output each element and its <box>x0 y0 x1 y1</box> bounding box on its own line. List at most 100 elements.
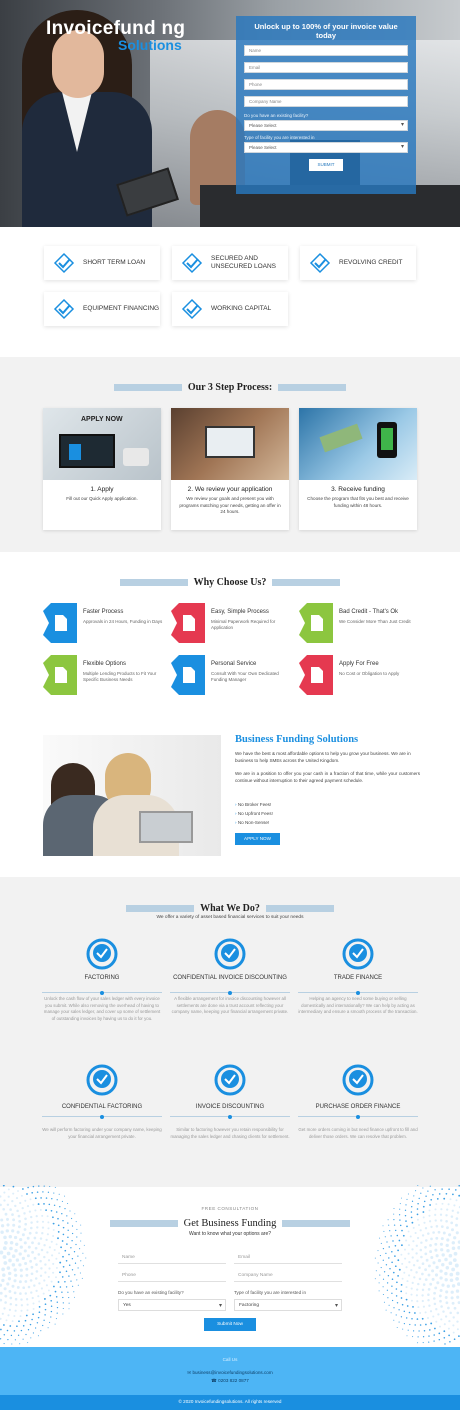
finance-check-icon <box>342 938 374 970</box>
hero-existing-facility-select[interactable]: Please Select <box>244 120 408 131</box>
finance-check-icon <box>214 1064 246 1096</box>
facility-type-select[interactable]: Factoring <box>234 1299 342 1311</box>
footer-email-row[interactable]: ✉ business@invoicefundingsolutions.com <box>0 1370 460 1376</box>
bfs-list-text: No Broker Fees! <box>237 802 272 807</box>
hero-facility-type-select[interactable]: Please Select <box>244 142 408 153</box>
email-input[interactable]: Email <box>234 1252 342 1264</box>
bottom-form-subtitle: Want to know what your options are? <box>188 1231 272 1237</box>
service-label: SECURED AND UNSECURED LOANS <box>211 255 277 270</box>
why-item-title: Flexible Options <box>83 661 127 667</box>
service-card[interactable]: SHORT TERM LOAN <box>44 246 160 280</box>
service-label: REVOLVING CREDIT <box>339 259 403 266</box>
footer: Call Us ✉ business@invoicefundingsolutio… <box>0 1347 460 1395</box>
service-desc: Unlock the cash flow of your sales ledge… <box>43 996 161 1021</box>
bfs-title: Business Funding Solutions <box>235 734 359 745</box>
why-item: Easy, Simple Process Minimal Paperwork Re… <box>171 603 291 643</box>
chevron-right-icon: › <box>235 820 237 825</box>
step-card: 3. Receive funding Choose the program th… <box>299 408 417 530</box>
divider-dot <box>228 1114 232 1119</box>
why-item-title: Bad Credit - That's Ok <box>339 609 399 615</box>
why-item: Personal Service Consult With Your Own De… <box>171 655 291 695</box>
service-desc: Helping an agency to need some buying or… <box>298 996 418 1014</box>
service-card[interactable]: REVOLVING CREDIT <box>300 246 416 280</box>
hero-q1-label: Do you have an existing facility? <box>244 113 309 118</box>
service-label: EQUIPMENT FINANCING <box>83 305 160 312</box>
bfs-list-text: No Upfront Fees! <box>237 811 273 816</box>
bfs-list-text: No Non-Sense! <box>237 820 270 825</box>
copyright-row: © 2020 Invoicefundingsolutions. All righ… <box>0 1399 460 1404</box>
document-icon <box>43 603 77 643</box>
heading-bar-left <box>126 905 195 913</box>
funding-image <box>299 408 417 480</box>
hero-name-input[interactable]: Name <box>244 45 408 56</box>
money-graphic <box>319 423 363 453</box>
service-card[interactable]: EQUIPMENT FINANCING <box>44 292 160 326</box>
service-desc: A flexible arrangement for invoice disco… <box>171 996 289 1014</box>
business-people-image <box>43 735 221 856</box>
laptop-graphic <box>59 434 115 468</box>
service-title: PURCHASE ORDER FINANCE <box>315 1104 401 1110</box>
divider-dot <box>228 990 232 995</box>
apply-now-button[interactable]: APPLY NOW <box>235 833 280 845</box>
name-input[interactable]: Name <box>118 1252 226 1264</box>
divider-dot <box>100 990 104 995</box>
existing-facility-label: Do you have an existing facility? <box>118 1290 184 1295</box>
existing-facility-select[interactable]: Yes <box>118 1299 226 1311</box>
why-item-desc: Approvals in 24 Hours, Funding in Days <box>83 619 163 624</box>
hero-email-input[interactable]: Email <box>244 62 408 73</box>
checkmark-icon <box>181 252 203 274</box>
phone-input[interactable]: Phone <box>118 1270 226 1282</box>
why-item-title: Easy, Simple Process <box>211 609 269 615</box>
service-card[interactable]: SECURED AND UNSECURED LOANS <box>172 246 288 280</box>
service-card[interactable]: WORKING CAPITAL <box>172 292 288 326</box>
service-title: FACTORING <box>84 975 120 981</box>
footer-phone: 0203 822 0877 <box>218 1378 249 1383</box>
bfs-list-item: › No Broker Fees! <box>235 802 271 807</box>
document-icon <box>299 655 333 695</box>
why-item-desc: Multiple Lending Products to Fit Your Sp… <box>83 671 157 682</box>
checkmark-icon <box>309 252 331 274</box>
checkmark-icon <box>53 298 75 320</box>
why-item-title: Apply For Free <box>339 661 379 667</box>
steps-heading-text: Our 3 Step Process: <box>187 382 273 394</box>
copyright-icon: © <box>178 1399 182 1404</box>
phone-icon: ☎ <box>211 1378 217 1383</box>
why-item: Apply For Free No Cost or Obligation to A… <box>299 655 419 695</box>
finance-check-icon <box>342 1064 374 1096</box>
step-title: 2. We review your application <box>187 486 273 493</box>
bfs-list-item: › No Non-Sense! <box>235 820 269 825</box>
why-heading: Why Choose Us? <box>0 574 460 592</box>
finance-check-icon <box>86 1064 118 1096</box>
heading-bar-left <box>109 1220 178 1228</box>
divider-dot <box>100 1114 104 1119</box>
hero-form-title: Unlock up to 100% of your invoice value … <box>254 22 398 40</box>
hero-company-input[interactable]: Company Name <box>244 96 408 107</box>
document-icon <box>299 603 333 643</box>
logo-line2: Solutions <box>118 37 182 53</box>
site-logo[interactable]: Invoicefund ng Solutions <box>46 18 185 53</box>
service-title: TRADE FINANCE <box>333 975 383 981</box>
bottom-form-title: Get Business Funding <box>183 1218 277 1230</box>
apply-now-image-text: APPLY NOW <box>81 416 123 423</box>
mail-icon: ✉ <box>187 1370 192 1375</box>
facility-type-label: Type of facility you are interested in <box>234 1290 307 1295</box>
checkmark-icon <box>53 252 75 274</box>
hero-phone-input[interactable]: Phone <box>244 79 408 90</box>
checkmark-icon <box>181 298 203 320</box>
step-title: 1. Apply <box>90 486 114 493</box>
footer-phone-row[interactable]: ☎ 0203 822 0877 <box>0 1378 460 1384</box>
footer-heading: Call Us <box>222 1357 238 1362</box>
company-input[interactable]: Company Name <box>234 1270 342 1282</box>
what-we-do-section <box>0 877 460 1187</box>
why-item-desc: Minimal Paperwork Required for Applicati… <box>211 619 276 630</box>
why-item: Faster Process Approvals in 24 Hours, Fun… <box>43 603 163 643</box>
bfs-list-item: › No Upfront Fees! <box>235 811 273 816</box>
chevron-right-icon: › <box>235 811 237 816</box>
submit-now-button[interactable]: Submit Now <box>204 1318 256 1331</box>
hero-submit-button[interactable]: SUBMIT <box>309 159 343 171</box>
document-icon <box>43 655 77 695</box>
heading-bar-right <box>278 384 347 392</box>
hero-banner: Invoicefund ng Solutions Unlock up to 10… <box>0 0 460 227</box>
steps-heading: Our 3 Step Process: <box>0 379 460 397</box>
document-icon <box>171 655 205 695</box>
